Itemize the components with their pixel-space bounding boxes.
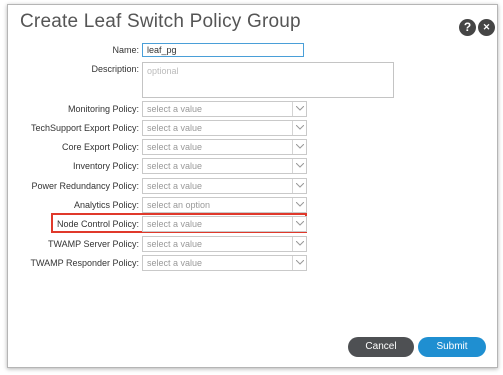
core-export-policy-select[interactable]: select a value: [142, 139, 307, 155]
select-placeholder: select a value: [147, 258, 203, 268]
chevron-down-icon: [292, 102, 306, 116]
cancel-button[interactable]: Cancel: [348, 337, 414, 357]
select-placeholder: select a value: [147, 161, 203, 171]
monitoring-policy-select[interactable]: select a value: [142, 101, 307, 117]
description-label: Description:: [91, 64, 139, 74]
chevron-down-icon: [292, 121, 306, 135]
select-placeholder: select a value: [147, 123, 203, 133]
chevron-down-icon: [292, 140, 306, 154]
core-export-policy-label: Core Export Policy:: [61, 142, 139, 152]
help-icon[interactable]: ?: [459, 19, 476, 36]
chevron-down-icon: [292, 237, 306, 251]
select-placeholder: select a value: [147, 219, 203, 229]
analytics-policy-select[interactable]: select an option: [142, 197, 307, 213]
techsupport-export-policy-select[interactable]: select a value: [142, 120, 307, 136]
techsupport-export-policy-label: TechSupport Export Policy:: [30, 123, 139, 133]
analytics-policy-label: Analytics Policy:: [73, 200, 139, 210]
create-leaf-switch-policy-group-dialog: Create Leaf Switch Policy Group ? ✕ Name…: [7, 4, 498, 368]
description-field[interactable]: optional: [142, 62, 394, 98]
chevron-down-icon: [292, 217, 306, 231]
power-redundancy-policy-select[interactable]: select a value: [142, 178, 307, 194]
close-icon[interactable]: ✕: [478, 19, 495, 36]
chevron-down-icon: [292, 256, 306, 270]
select-placeholder: select a value: [147, 239, 203, 249]
select-placeholder: select an option: [147, 200, 211, 210]
dialog-title: Create Leaf Switch Policy Group: [20, 11, 301, 32]
twamp-server-policy-label: TWAMP Server Policy:: [47, 239, 139, 249]
node-control-policy-label: Node Control Policy:: [56, 219, 139, 229]
submit-button[interactable]: Submit: [418, 337, 486, 357]
twamp-responder-policy-label: TWAMP Responder Policy:: [30, 258, 139, 268]
twamp-responder-policy-select[interactable]: select a value: [142, 255, 307, 271]
node-control-policy-select[interactable]: select a value: [142, 216, 307, 232]
inventory-policy-select[interactable]: select a value: [142, 158, 307, 174]
select-placeholder: select a value: [147, 142, 203, 152]
select-placeholder: select a value: [147, 104, 203, 114]
name-field[interactable]: leaf_pg: [142, 43, 304, 57]
twamp-server-policy-select[interactable]: select a value: [142, 236, 307, 252]
select-placeholder: select a value: [147, 181, 203, 191]
chevron-down-icon: [292, 198, 306, 212]
chevron-down-icon: [292, 159, 306, 173]
name-label: Name:: [112, 45, 139, 55]
power-redundancy-policy-label: Power Redundancy Policy:: [31, 181, 139, 191]
monitoring-policy-label: Monitoring Policy:: [67, 104, 139, 114]
inventory-policy-label: Inventory Policy:: [72, 161, 139, 171]
chevron-down-icon: [292, 179, 306, 193]
